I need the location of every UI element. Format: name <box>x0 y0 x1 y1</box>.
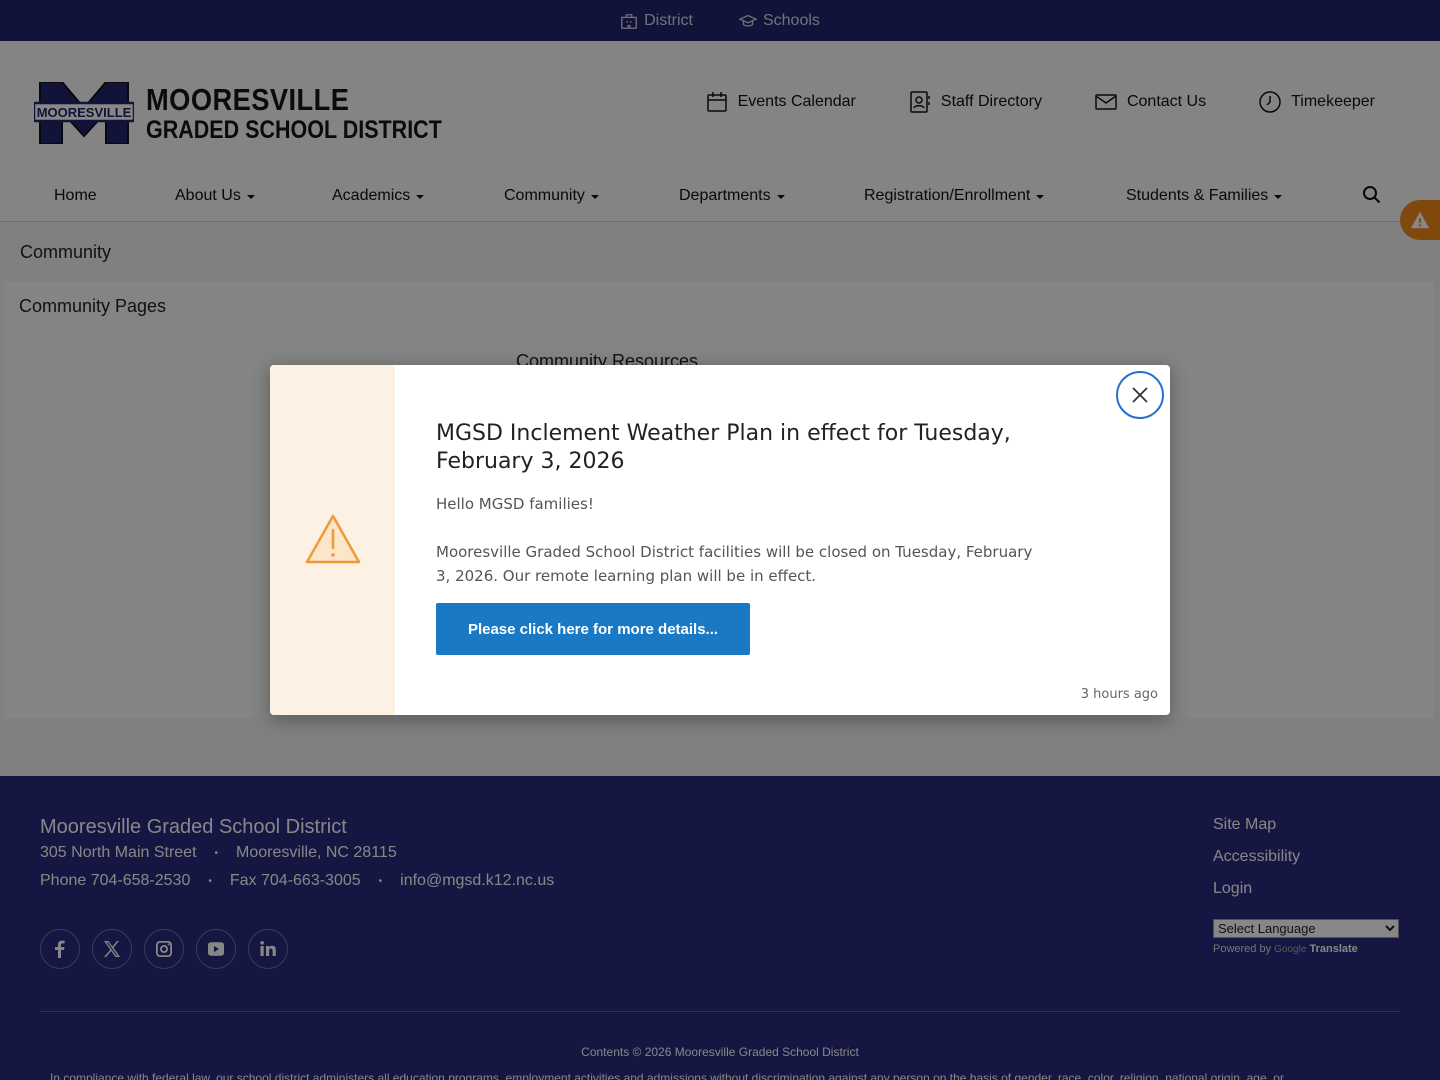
more-details-button[interactable]: Please click here for more details... <box>436 603 750 655</box>
close-icon <box>1132 387 1148 403</box>
close-button[interactable] <box>1116 371 1164 419</box>
modal-title: MGSD Inclement Weather Plan in effect fo… <box>436 421 1011 474</box>
modal-greeting: Hello MGSD families! <box>436 495 594 513</box>
warning-icon <box>305 514 360 564</box>
modal-icon-panel <box>270 365 395 715</box>
alert-modal: MGSD Inclement Weather Plan in effect fo… <box>270 365 1170 715</box>
modal-timestamp: 3 hours ago <box>1080 687 1158 702</box>
modal-body: Mooresville Graded School District facil… <box>436 543 1033 585</box>
